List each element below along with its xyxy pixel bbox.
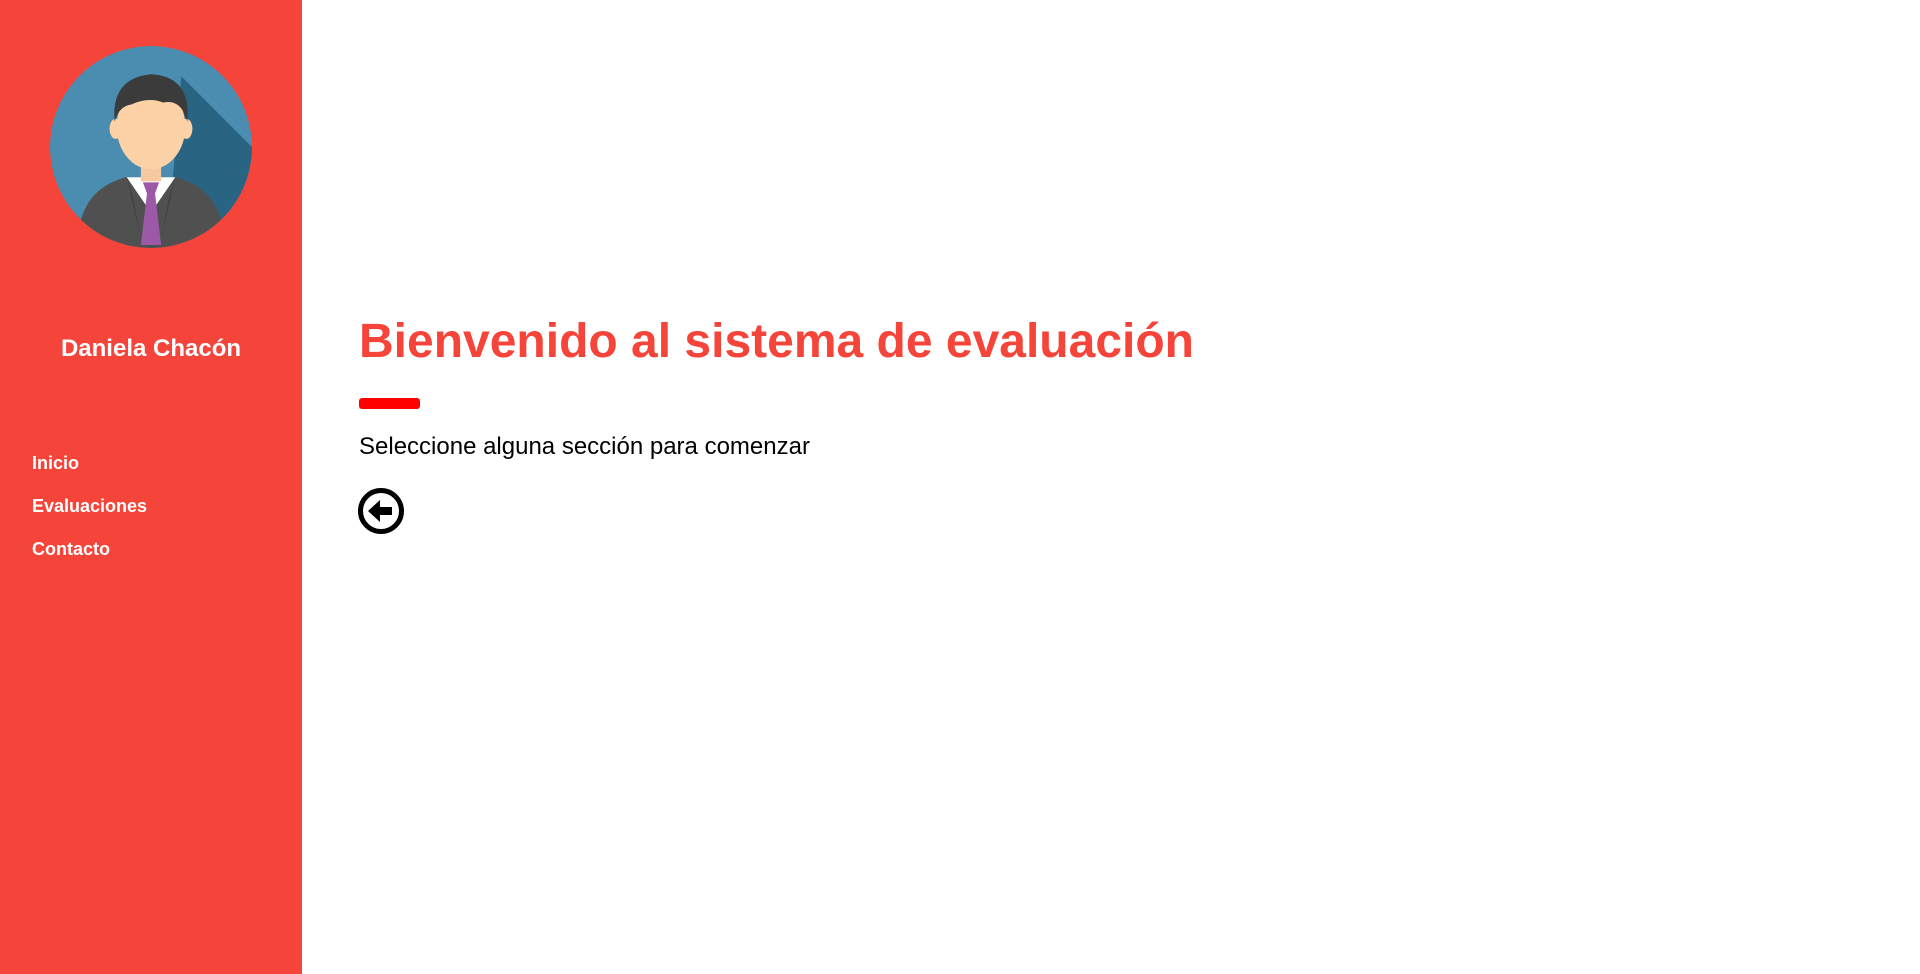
sidebar: Daniela Chacón Inicio Evaluaciones Conta…: [0, 0, 302, 974]
sidebar-item-contacto[interactable]: Contacto: [32, 536, 147, 579]
arrow-circle-left-icon: [358, 488, 404, 534]
page-subtitle: Seleccione alguna sección para comenzar: [359, 433, 810, 460]
title-underline: [359, 398, 420, 409]
sidebar-item-evaluaciones[interactable]: Evaluaciones: [32, 493, 147, 536]
page-title: Bienvenido al sistema de evaluación: [359, 315, 1194, 368]
businessman-avatar-icon: [50, 46, 252, 248]
avatar: [50, 46, 252, 248]
user-name: Daniela Chacón: [60, 335, 242, 362]
sidebar-item-inicio[interactable]: Inicio: [32, 450, 147, 493]
sidebar-nav: Inicio Evaluaciones Contacto: [32, 450, 147, 579]
back-button[interactable]: [357, 487, 405, 535]
